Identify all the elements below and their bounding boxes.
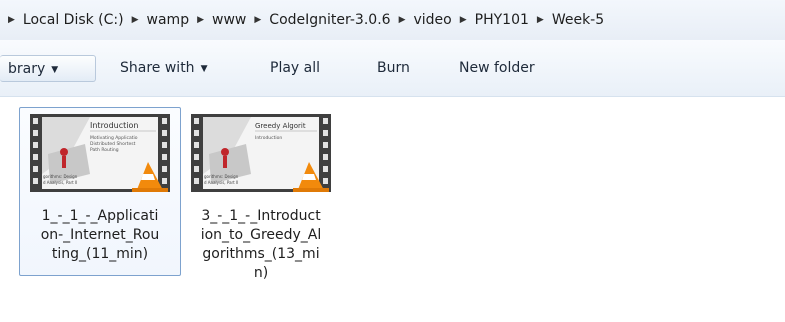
library-label: brary <box>8 61 46 77</box>
include-in-library-button[interactable]: brary ▼ <box>0 55 96 82</box>
file-name[interactable]: 3_-_1_-_Introduct ion_to_Greedy_Al gorit… <box>187 207 335 283</box>
video-thumbnail: Greedy Algorit Introduction gorithms: De… <box>191 114 331 192</box>
play-all-label: Play all <box>270 60 321 76</box>
breadcrumb-item-www[interactable]: www <box>212 12 246 28</box>
chevron-right-icon[interactable]: ▶ <box>399 15 406 25</box>
slide-title: Introduction <box>90 121 138 130</box>
chevron-right-icon[interactable]: ▶ <box>132 15 139 25</box>
burn-label: Burn <box>377 60 410 76</box>
breadcrumb: ▶ Local Disk (C:) ▶ wamp ▶ www ▶ CodeIgn… <box>6 9 604 31</box>
new-folder-button[interactable]: New folder <box>459 55 535 82</box>
chevron-right-icon[interactable]: ▶ <box>460 15 467 25</box>
play-all-button[interactable]: Play all <box>270 55 320 82</box>
slide-line: Introduction <box>255 135 282 141</box>
slide-footer: gorithms: Design <box>43 174 78 179</box>
breadcrumb-item-local-disk[interactable]: Local Disk (C:) <box>23 12 124 28</box>
command-bar: brary ▼ Share with ▼ Play all Burn New fol… <box>0 40 785 97</box>
breadcrumb-item-week-5[interactable]: Week-5 <box>552 12 604 28</box>
dropdown-arrow-icon: ▼ <box>51 65 59 75</box>
file-item[interactable]: Introduction Motivating Applicatio Distr… <box>19 107 181 276</box>
chevron-right-icon[interactable]: ▶ <box>8 15 15 25</box>
breadcrumb-item-phy101[interactable]: PHY101 <box>475 12 529 28</box>
breadcrumb-item-wamp[interactable]: wamp <box>147 12 190 28</box>
chevron-right-icon[interactable]: ▶ <box>197 15 204 25</box>
file-list[interactable]: Introduction Motivating Applicatio Distr… <box>0 97 785 322</box>
chevron-right-icon[interactable]: ▶ <box>254 15 261 25</box>
address-bar[interactable]: ▶ Local Disk (C:) ▶ wamp ▶ www ▶ CodeIgn… <box>0 0 785 41</box>
new-folder-label: New folder <box>459 60 535 76</box>
slide-line: Path Routing <box>90 147 119 153</box>
dropdown-arrow-icon: ▼ <box>200 64 208 74</box>
slide-line: Motivating Applicatio <box>90 135 138 141</box>
share-with-button[interactable]: Share with ▼ <box>120 55 207 82</box>
chevron-right-icon[interactable]: ▶ <box>537 15 544 25</box>
breadcrumb-item-video[interactable]: video <box>413 12 451 28</box>
slide-title: Greedy Algorit <box>255 122 306 130</box>
slide-footer: d Analysis, Part II <box>43 180 77 185</box>
slide-footer: gorithms: Design <box>204 174 239 179</box>
file-name[interactable]: 1_-_1_-_Applicati on-_Internet_Rou ting_… <box>26 207 174 264</box>
slide-footer: d Analysis, Part II <box>204 180 238 185</box>
slide-line: Distributed Shortest <box>90 141 136 147</box>
breadcrumb-item-codeigniter[interactable]: CodeIgniter-3.0.6 <box>269 12 390 28</box>
file-item[interactable]: Greedy Algorit Introduction gorithms: De… <box>180 107 342 281</box>
video-thumbnail: Introduction Motivating Applicatio Distr… <box>30 114 170 192</box>
burn-button[interactable]: Burn <box>377 55 410 82</box>
share-with-label: Share with <box>120 60 195 76</box>
